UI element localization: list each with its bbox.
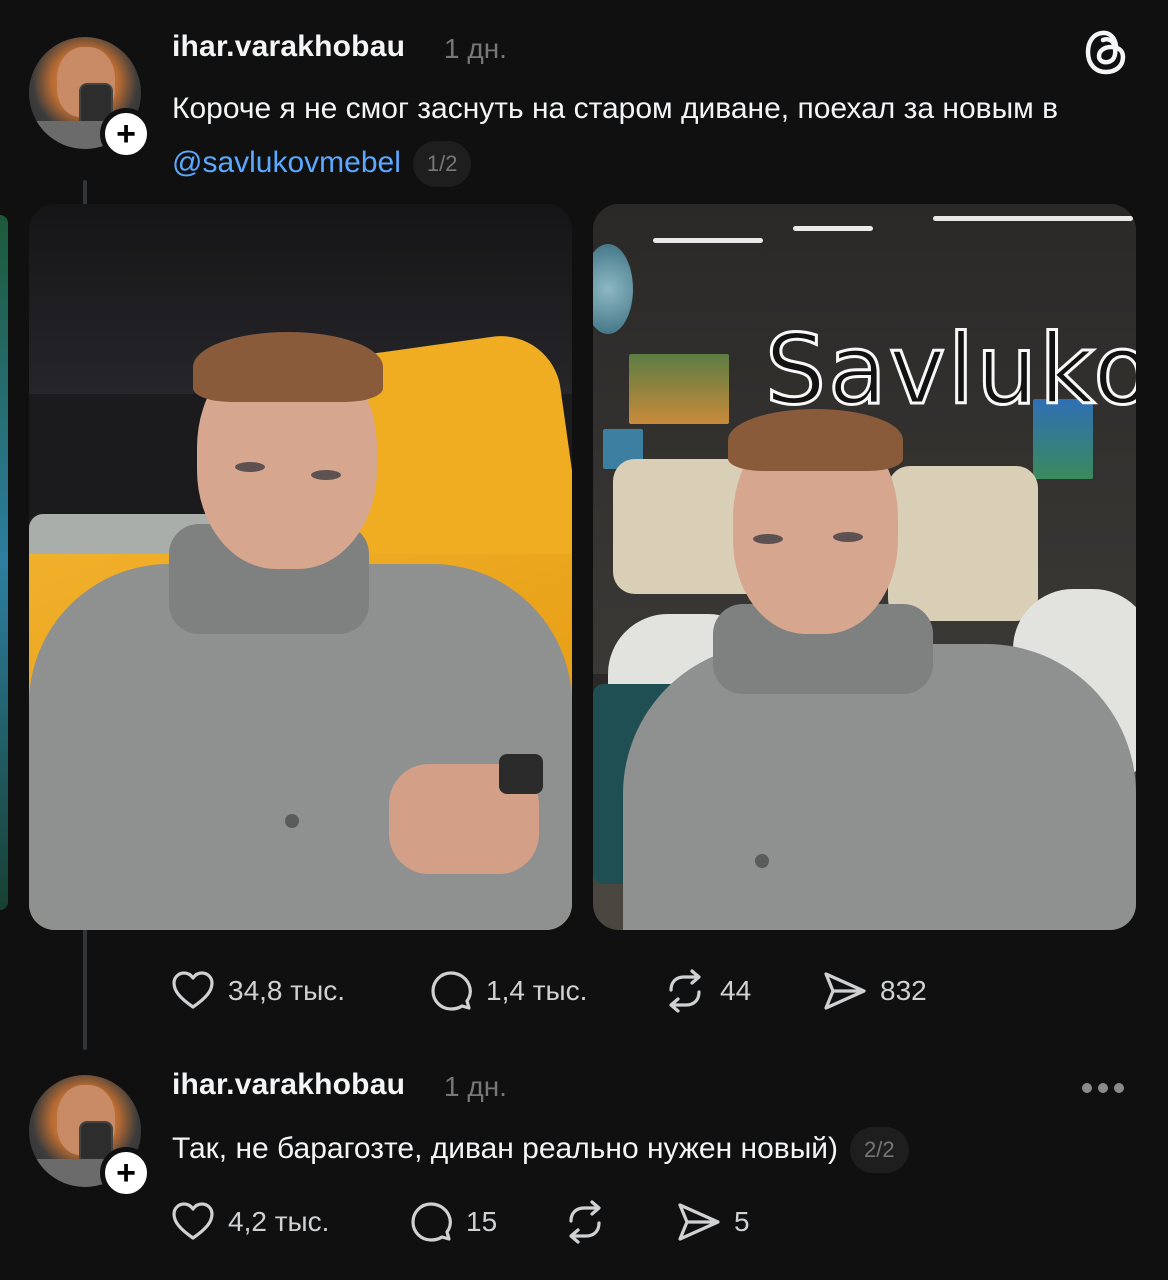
share-count: 832 [880, 975, 927, 1006]
previous-media-peek[interactable] [0, 215, 8, 910]
comment-icon [431, 971, 472, 1011]
repost-icon [569, 1200, 601, 1244]
left-eye [753, 534, 783, 544]
left-eye [235, 462, 265, 472]
repost-icon [669, 969, 701, 1013]
follow-plus-icon[interactable]: + [100, 1147, 152, 1199]
like-count: 34,8 тыс. [228, 975, 346, 1006]
like-count: 4,2 тыс. [228, 1206, 330, 1237]
photo-yellow-sofa-selfie[interactable] [29, 204, 572, 930]
person [29, 204, 572, 930]
threads-feed: + ihar.varakhobau 1 дн. Короче я не смог… [0, 0, 1168, 1280]
more-options-icon[interactable] [1082, 1078, 1124, 1098]
repost-button[interactable] [562, 1199, 620, 1245]
send-icon [824, 972, 866, 1010]
post-text-body: Так, не барагозте, диван реально нужен н… [172, 1132, 839, 1165]
share-count: 5 [734, 1206, 750, 1237]
hair [193, 332, 383, 402]
person [593, 204, 1136, 930]
shirt-button [755, 854, 769, 868]
post-text: Короче я не смог заснуть на старом диван… [172, 82, 1112, 190]
repost-count: 44 [720, 975, 752, 1006]
heart-icon [172, 971, 214, 1009]
send-icon [678, 1203, 720, 1241]
post-timestamp: 1 дн. [444, 33, 507, 64]
reply-button[interactable]: 15 [408, 1199, 497, 1245]
shirt-button [285, 814, 299, 828]
reply-count: 15 [466, 1206, 498, 1237]
repost-button[interactable]: 44 [662, 968, 751, 1014]
post-text: Так, не барагозте, диван реально нужен н… [172, 1122, 1112, 1176]
share-button[interactable]: 832 [822, 968, 927, 1014]
hair [728, 409, 903, 471]
photo-showroom-selfie[interactable]: Savluko [593, 204, 1136, 930]
follow-plus-icon[interactable]: + [100, 108, 152, 160]
heart-icon [172, 1202, 214, 1240]
like-button[interactable]: 4,2 тыс. [170, 1199, 329, 1245]
mention-link[interactable]: @savlukovmebel [172, 146, 401, 179]
right-eye [311, 470, 341, 480]
wrist-watch [499, 754, 543, 794]
thread-page-indicator: 1/2 [412, 141, 472, 188]
post-username[interactable]: ihar.varakhobau [172, 30, 405, 64]
reply-count: 1,4 тыс. [486, 975, 588, 1006]
post-timestamp: 1 дн. [444, 1071, 507, 1102]
post-username[interactable]: ihar.varakhobau [172, 1068, 405, 1102]
share-button[interactable]: 5 [676, 1199, 750, 1245]
comment-icon [411, 1202, 452, 1242]
post-text-body: Короче я не смог заснуть на старом диван… [172, 92, 1059, 125]
reply-button[interactable]: 1,4 тыс. [428, 968, 587, 1014]
threads-logo-icon[interactable] [1082, 26, 1130, 78]
thread-page-indicator: 2/2 [850, 1127, 909, 1174]
right-eye [833, 532, 863, 542]
like-button[interactable]: 34,8 тыс. [170, 968, 345, 1014]
